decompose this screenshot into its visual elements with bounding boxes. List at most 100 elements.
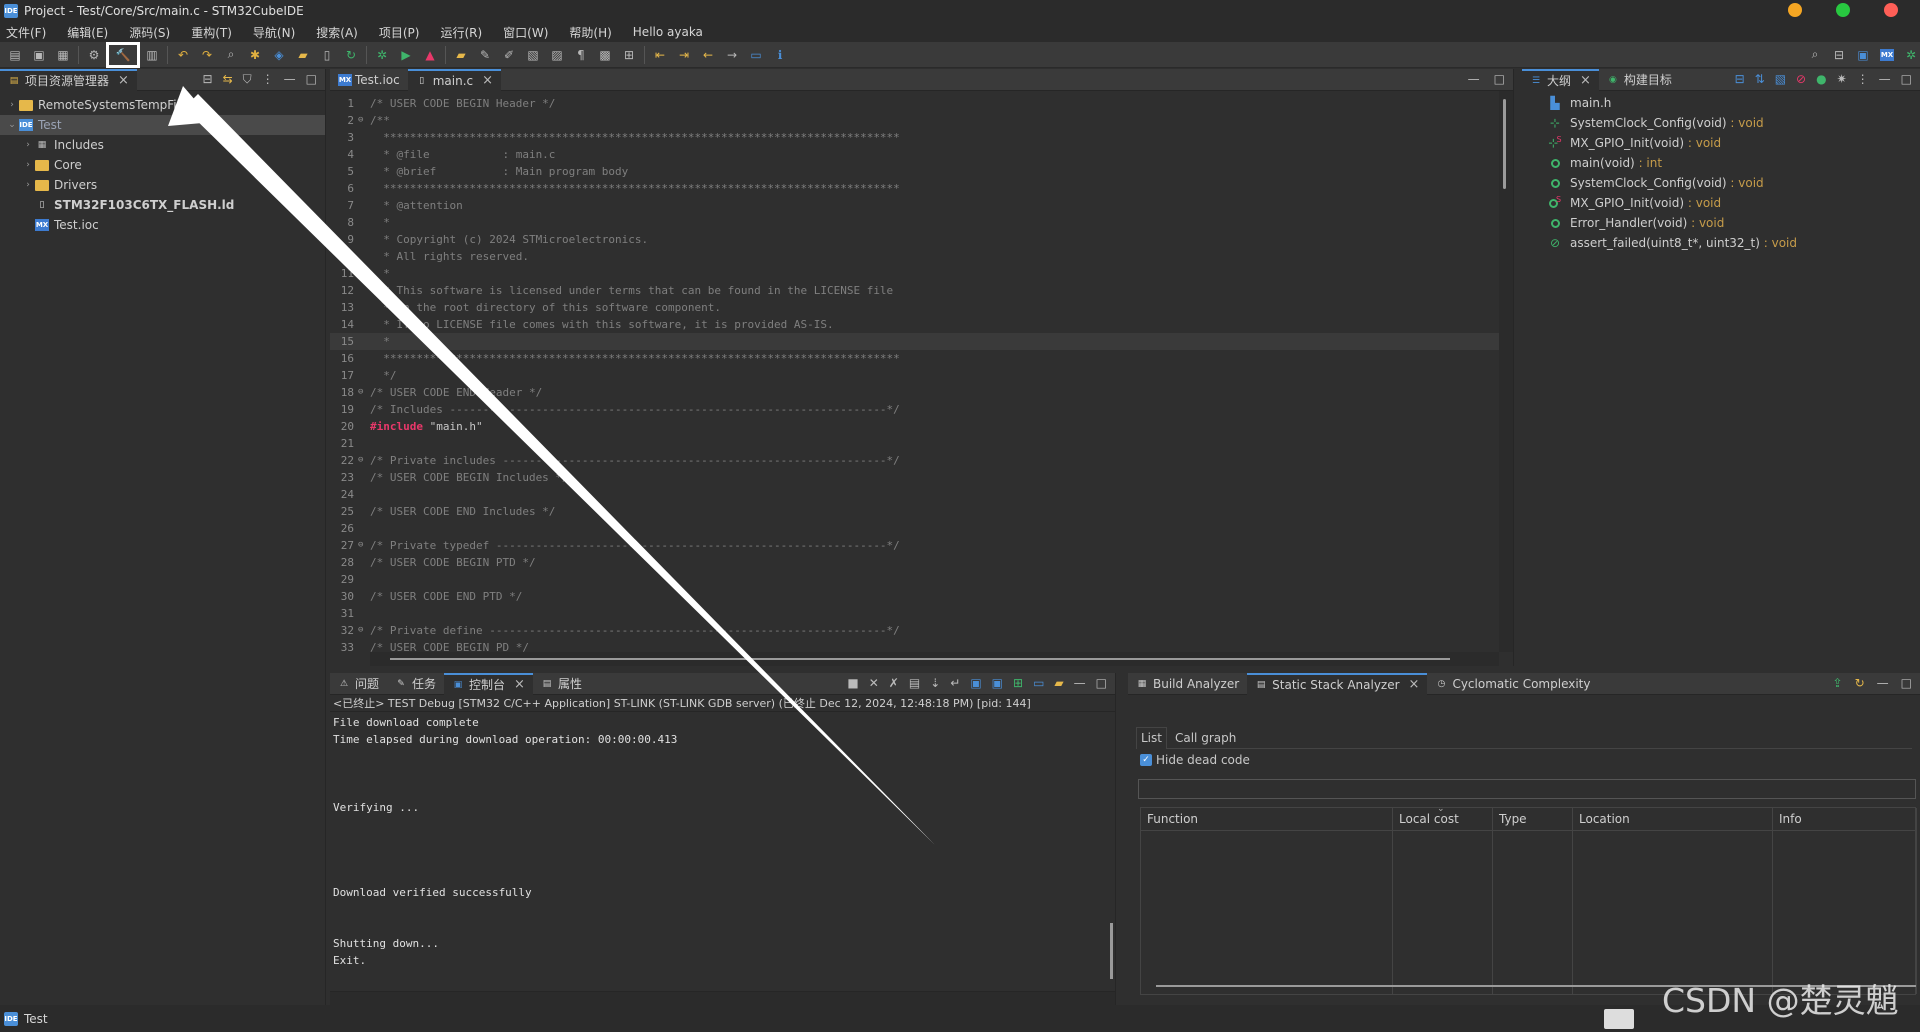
scrollbar-thumb[interactable] (390, 658, 1450, 660)
fold-toggle-icon[interactable] (358, 639, 368, 656)
export-icon[interactable]: ⇪ (1833, 676, 1843, 690)
settings-icon[interactable]: ⚙ (85, 46, 103, 64)
hide-dead-code-row[interactable]: ✓ Hide dead code (1140, 753, 1250, 767)
fold-toggle-icon[interactable] (358, 503, 368, 520)
open-type-icon[interactable]: ▰ (452, 46, 470, 64)
outline-item[interactable]: main(void) : int (1522, 153, 1920, 173)
build-config-icon[interactable]: ▥ (143, 46, 161, 64)
fold-toggle-icon[interactable] (358, 129, 368, 146)
fold-toggle-icon[interactable] (358, 418, 368, 435)
prev-annotation-icon[interactable]: ⇤ (651, 46, 669, 64)
close-icon[interactable]: × (1580, 73, 1591, 88)
outline-item[interactable]: Error_Handler(void) : void (1522, 213, 1920, 233)
build-hammer-icon[interactable]: 🔨 (106, 41, 140, 68)
function-filter-input[interactable] (1138, 779, 1916, 799)
menu-item-4[interactable]: 导航(N) (253, 24, 295, 41)
menu-item-2[interactable]: 源码(S) (129, 24, 170, 41)
fold-toggle-icon[interactable] (358, 231, 368, 248)
fold-toggle-icon[interactable] (358, 486, 368, 503)
close-button[interactable] (1884, 3, 1898, 17)
menu-item-7[interactable]: 运行(R) (440, 24, 482, 41)
hide-static-icon[interactable]: ⊘ (1796, 72, 1806, 86)
remove-all-icon[interactable]: ✗ (889, 676, 899, 690)
fold-toggle-icon[interactable]: ⊖ (358, 384, 368, 401)
fold-toggle-icon[interactable] (358, 605, 368, 622)
pin-console-icon[interactable]: ⊞ (1013, 676, 1023, 690)
remove-launch-icon[interactable]: ✕ (869, 676, 879, 690)
menu-item-5[interactable]: 搜索(A) (316, 24, 358, 41)
tab-analyzer-1[interactable]: ▤ Static Stack Analyzer × (1247, 672, 1428, 695)
group-icon[interactable]: ✷ (1837, 72, 1847, 86)
whitespace-icon[interactable]: ¶ (572, 46, 590, 64)
forward-icon[interactable]: → (723, 46, 741, 64)
expand-caret-icon[interactable]: › (22, 160, 34, 170)
fold-toggle-icon[interactable] (358, 469, 368, 486)
fold-toggle-icon[interactable]: ⊖ (358, 622, 368, 639)
tree-item[interactable]: › RemoteSystemsTempFiles (0, 95, 325, 115)
collapse-all-icon[interactable]: ⊟ (203, 72, 213, 87)
fold-toggle-icon[interactable] (358, 282, 368, 299)
fold-toggle-icon[interactable] (358, 146, 368, 163)
terminate-icon[interactable]: ■ (847, 676, 858, 690)
fold-toggle-icon[interactable] (358, 571, 368, 588)
maximize-icon[interactable]: □ (1901, 676, 1912, 690)
tab-analyzer-0[interactable]: ▦ Build Analyzer (1128, 673, 1247, 695)
minimize-button[interactable] (1788, 3, 1802, 17)
tab-console-0[interactable]: ⚠ 问题 (330, 673, 387, 695)
fold-toggle-icon[interactable] (358, 520, 368, 537)
cc-perspective-icon[interactable]: ▣ (1854, 46, 1872, 64)
tab-outline-0[interactable]: ☰ 大纲 × (1522, 68, 1599, 91)
undo-icon[interactable]: ↶ (174, 46, 192, 64)
tab-editor-file[interactable]: ▯ main.c × (407, 68, 502, 91)
pen-icon[interactable]: ✐ (500, 46, 518, 64)
menu-item-6[interactable]: 项目(P) (379, 24, 420, 41)
toggle-icon[interactable]: ▧ (524, 46, 542, 64)
fold-toggle-icon[interactable] (358, 350, 368, 367)
menu-item-0[interactable]: 文件(F) (6, 24, 46, 41)
maximize-icon[interactable]: □ (1494, 72, 1505, 86)
clear-console-icon[interactable]: ▤ (909, 676, 920, 690)
tab-analyzer-2[interactable]: ◷ Cyclomatic Complexity (1427, 673, 1598, 695)
fold-toggle-icon[interactable]: ⊖ (358, 537, 368, 554)
show-on-output-icon[interactable]: ▣ (970, 676, 981, 690)
show-on-error-icon[interactable]: ▣ (992, 676, 1003, 690)
menu-item-3[interactable]: 重构(T) (191, 24, 232, 41)
fold-toggle-icon[interactable] (358, 401, 368, 418)
scroll-lock-icon[interactable]: ⇣ (930, 676, 940, 690)
fold-toggle-icon[interactable] (358, 214, 368, 231)
fold-toggle-icon[interactable] (358, 95, 368, 112)
expand-caret-icon[interactable]: › (6, 100, 18, 110)
tab-console-2[interactable]: ▣ 控制台 × (444, 672, 533, 695)
tree-item[interactable]: › Core (0, 155, 325, 175)
maximize-icon[interactable]: □ (306, 72, 317, 87)
outline-item[interactable]: ⊘ assert_failed(uint8_t*, uint32_t) : voi… (1522, 233, 1920, 253)
save-icon[interactable]: ▣ (30, 46, 48, 64)
minimize-icon[interactable]: — (1879, 72, 1891, 86)
next-annotation-icon[interactable]: ⇥ (675, 46, 693, 64)
pin-icon[interactable]: ⊞ (620, 46, 638, 64)
hide-dead-code-checkbox[interactable]: ✓ (1140, 754, 1152, 766)
column-header[interactable]: Type (1493, 808, 1573, 830)
outline-item[interactable]: ⊹ S MX_GPIO_Init(void) : void (1522, 133, 1920, 153)
open-perspective-icon[interactable]: ▭ (747, 46, 765, 64)
minimize-icon[interactable]: — (284, 72, 296, 87)
open-folder-icon[interactable]: ▰ (294, 46, 312, 64)
outline-item[interactable]: ⊹ SystemClock_Config(void) : void (1522, 113, 1920, 133)
console-vertical-scrollbar[interactable] (1110, 923, 1113, 979)
fold-toggle-icon[interactable] (358, 299, 368, 316)
link-editor-icon[interactable]: ⇆ (223, 72, 233, 87)
external-tools-icon[interactable]: ▲ (421, 46, 439, 64)
collapse-all-icon[interactable]: ⊟ (1735, 72, 1745, 86)
mx-perspective-icon[interactable]: MX (1878, 46, 1896, 64)
search-icon[interactable]: ⌕ (222, 46, 240, 64)
minimize-icon[interactable]: — (1468, 72, 1480, 86)
outline-item[interactable]: SystemClock_Config(void) : void (1522, 173, 1920, 193)
code-editor[interactable]: 1/* USER CODE BEGIN Header */2 ⊖/** 3 ****… (330, 91, 1513, 666)
new-icon[interactable]: ▤ (6, 46, 24, 64)
tree-item[interactable]: › ▦ Includes (0, 135, 325, 155)
outline-item[interactable]: S MX_GPIO_Init(void) : void (1522, 193, 1920, 213)
search-icon[interactable]: ⌕ (1806, 46, 1824, 64)
back-icon[interactable]: ← (699, 46, 717, 64)
expand-caret-icon[interactable]: › (22, 180, 34, 190)
fold-toggle-icon[interactable] (358, 316, 368, 333)
